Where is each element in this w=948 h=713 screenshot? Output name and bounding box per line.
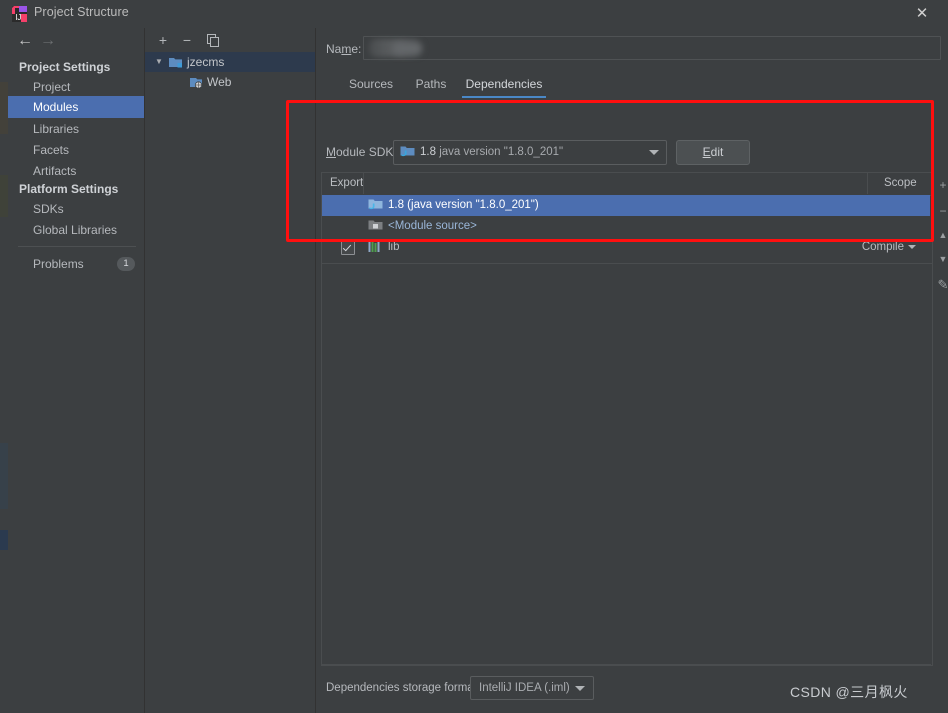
copy-icon[interactable] (203, 30, 223, 50)
web-facet-icon (189, 75, 203, 95)
tree-node-label: jzecms (187, 52, 224, 72)
sidebar-item-project[interactable]: Project (8, 76, 144, 98)
add-icon[interactable]: + (934, 176, 948, 194)
sidebar-item-global-libraries[interactable]: Global Libraries (8, 219, 144, 241)
tree-node-label: Web (207, 72, 231, 92)
module-sdk-select[interactable]: 1.8 java version "1.8.0_201" (393, 140, 667, 165)
storage-format-select[interactable]: IntelliJ IDEA (.iml) (470, 676, 594, 700)
module-editor-pane: Name: Sources Paths Dependencies Modu (316, 28, 948, 713)
nav-forward-icon[interactable]: → (38, 32, 58, 50)
edit-pencil-icon[interactable]: ✎ (934, 276, 948, 294)
tab-dependencies[interactable]: Dependencies (458, 72, 550, 98)
storage-format-value: IntelliJ IDEA (.iml) (479, 680, 570, 696)
move-up-icon[interactable]: ▲ (934, 226, 948, 244)
project-structure-dialog-screenshot: IJ Project Structure ✕ ← → Project Setti… (0, 0, 948, 713)
dependencies-table: Export Scope 1.8 (java version "1.8.0_20… (321, 172, 933, 264)
minus-icon[interactable]: − (177, 30, 197, 50)
active-tab-underline (462, 96, 546, 98)
plus-icon[interactable]: + (153, 30, 173, 50)
nav-back-icon[interactable]: ← (15, 32, 35, 50)
name-field-label: Name: (326, 42, 361, 56)
sidebar-item-sdks[interactable]: SDKs (8, 198, 144, 220)
library-icon (368, 240, 382, 261)
problems-count-badge: 1 (117, 257, 135, 271)
move-down-icon[interactable]: ▼ (934, 250, 948, 268)
svg-text:IJ: IJ (15, 13, 21, 22)
module-sdk-label: Module SDK: (326, 145, 397, 159)
dialog-title: Project Structure (34, 5, 129, 19)
sidebar-item-problems[interactable]: Problems 1 (8, 253, 144, 275)
export-checkbox[interactable] (341, 241, 355, 255)
chevron-down-icon[interactable] (575, 686, 585, 691)
sidebar-item-facets[interactable]: Facets (8, 139, 144, 161)
sidebar-group-project-settings: Project Settings (8, 57, 144, 77)
sidebar-item-libraries[interactable]: Libraries (8, 118, 144, 140)
jdk-icon (400, 145, 415, 164)
dialog-window: IJ Project Structure ✕ ← → Project Setti… (8, 0, 948, 713)
dependencies-empty-area (321, 262, 933, 666)
table-row[interactable]: <Module source> (322, 216, 930, 237)
column-header-export[interactable]: Export (330, 173, 363, 194)
dependency-name: 1.8 (java version "1.8.0_201") (388, 195, 539, 216)
modules-tree-pane: + − ▼ jzecms (145, 28, 316, 713)
dialog-titlebar: IJ Project Structure ✕ (8, 0, 948, 28)
watermark: CSDN @三月枫火 (790, 682, 908, 702)
redacted-name-value-2 (392, 42, 422, 55)
dependencies-table-header: Export Scope (322, 173, 932, 196)
sidebar-divider (18, 246, 136, 247)
module-sdk-value: 1.8 java version "1.8.0_201" (420, 144, 563, 160)
sidebar-nav: ← → (8, 28, 144, 54)
table-row[interactable]: 1.8 (java version "1.8.0_201") (322, 195, 930, 216)
tab-sources[interactable]: Sources (340, 72, 402, 98)
dependency-name: <Module source> (388, 216, 477, 237)
table-row[interactable]: lib Compile (322, 237, 930, 258)
name-input[interactable] (363, 36, 941, 60)
remove-icon[interactable]: − (934, 202, 948, 220)
dependency-scope-select[interactable]: Compile (862, 237, 916, 258)
sidebar-group-platform-settings: Platform Settings (8, 179, 144, 199)
chevron-down-icon[interactable]: ▼ (155, 52, 165, 72)
tree-node-jzecms[interactable]: ▼ jzecms (145, 52, 315, 72)
tree-node-web[interactable]: Web (145, 72, 315, 92)
chevron-down-icon[interactable] (649, 150, 659, 155)
dependencies-side-toolbar: + − ▲ ▼ ✎ (934, 172, 948, 302)
modules-tree-toolbar: + − (145, 28, 315, 52)
column-header-scope[interactable]: Scope (884, 173, 917, 194)
settings-sidebar: ← → Project Settings Project Modules Lib… (8, 28, 145, 713)
dependency-name: lib (388, 237, 400, 258)
storage-format-label: Dependencies storage format: (326, 682, 480, 694)
intellij-idea-icon: IJ (11, 5, 28, 23)
edit-sdk-button[interactable]: Edit (676, 140, 750, 165)
tab-paths[interactable]: Paths (406, 72, 456, 98)
sidebar-item-modules[interactable]: Modules (8, 96, 144, 118)
bottom-divider (321, 664, 931, 665)
chevron-down-icon (908, 245, 916, 249)
close-icon[interactable]: ✕ (902, 0, 942, 28)
module-tabs: Sources Paths Dependencies (326, 72, 938, 100)
